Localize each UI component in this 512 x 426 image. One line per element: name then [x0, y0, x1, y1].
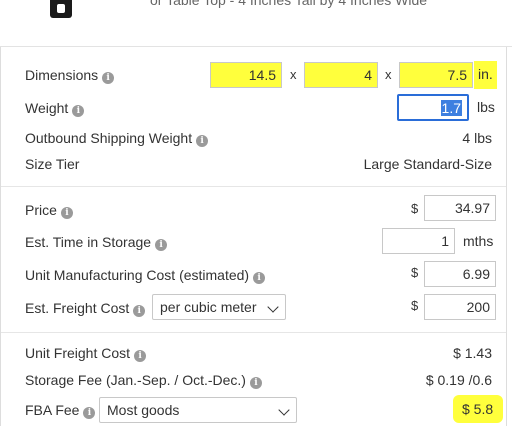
fba-fee-label-text: FBA Fee — [25, 402, 80, 418]
unit-freight-label-text: Unit Freight Cost — [25, 345, 131, 361]
storage-fee-value: $ 0.19 /0.6 — [425, 372, 492, 388]
info-icon[interactable]: i — [253, 272, 266, 284]
weight-label-text: Weight — [25, 100, 69, 116]
weight-value-selection: 1.7 — [440, 100, 462, 116]
mfg-cost-label: Unit Manufacturing Cost (estimated) i — [25, 267, 266, 284]
dimensions-label-text: Dimensions — [25, 67, 99, 83]
size-tier-label: Size Tier — [25, 156, 80, 172]
outbound-row: Outbound Shipping Weight i 4 lbs — [25, 126, 506, 150]
dimension-unit: in. — [478, 66, 493, 82]
freight-currency: $ — [411, 298, 419, 313]
storage-time-unit: mths — [463, 233, 494, 249]
size-tier-value: Large Standard-Size — [363, 156, 492, 172]
dimensions-label: Dimensions i — [25, 67, 115, 84]
brand-logo — [50, 0, 72, 18]
mfg-cost-currency: $ — [411, 265, 419, 280]
size-tier-row: Size Tier Large Standard-Size — [25, 152, 506, 176]
info-icon[interactable]: i — [134, 350, 147, 362]
storage-fee-label: Storage Fee (Jan.-Sep. / Oct.-Dec.) i — [25, 372, 262, 389]
unit-freight-label: Unit Freight Cost i — [25, 345, 147, 362]
fba-category-selected: Most goods — [107, 402, 180, 418]
storage-time-input[interactable]: 1 — [382, 228, 455, 254]
info-icon[interactable]: i — [155, 239, 168, 251]
weight-unit: lbs — [477, 99, 495, 115]
info-icon[interactable]: i — [196, 135, 209, 147]
unit-freight-row: Unit Freight Cost i $ 1.43 — [25, 341, 506, 365]
info-icon[interactable]: i — [249, 377, 262, 389]
weight-input[interactable]: 1.7 — [397, 94, 469, 121]
info-icon[interactable]: i — [133, 305, 146, 317]
storage-time-label: Est. Time in Storage i — [25, 234, 168, 251]
weight-label: Weight i — [25, 100, 85, 117]
info-icon[interactable]: i — [60, 207, 73, 219]
height-input[interactable]: 7.5 — [399, 62, 473, 88]
storage-fee-label-text: Storage Fee (Jan.-Sep. / Oct.-Dec.) — [25, 372, 246, 388]
length-input[interactable]: 14.5 — [210, 62, 282, 88]
dimension-separator: x — [290, 67, 297, 82]
info-icon[interactable]: i — [83, 407, 96, 419]
info-icon[interactable]: i — [72, 105, 85, 117]
mfg-cost-label-text: Unit Manufacturing Cost (estimated) — [25, 267, 250, 283]
info-icon[interactable]: i — [102, 72, 115, 84]
price-label-text: Price — [25, 202, 57, 218]
storage-fee-row: Storage Fee (Jan.-Sep. / Oct.-Dec.) i $ 0… — [25, 368, 506, 392]
price-label: Price i — [25, 202, 73, 219]
unit-freight-value: $ 1.43 — [453, 345, 492, 361]
freight-unit-select[interactable]: per cubic meter — [152, 294, 286, 320]
chevron-down-icon — [267, 301, 279, 313]
freight-input[interactable]: 200 — [424, 294, 496, 320]
outbound-value: 4 lbs — [462, 130, 492, 146]
outbound-label-text: Outbound Shipping Weight — [25, 130, 193, 146]
price-currency: $ — [411, 201, 419, 216]
freight-unit-selected: per cubic meter — [160, 299, 257, 315]
product-title: or Table Top - 4 Inches Tall by 4 Inches… — [150, 0, 428, 8]
fba-fee-label: FBA Fee i — [25, 402, 96, 419]
storage-time-label-text: Est. Time in Storage — [25, 234, 152, 250]
freight-label: Est. Freight Cost i — [25, 300, 146, 317]
mfg-cost-input[interactable]: 6.99 — [424, 261, 496, 287]
price-input[interactable]: 34.97 — [424, 195, 496, 221]
section-divider — [1, 332, 506, 333]
chevron-down-icon — [278, 404, 290, 416]
width-input[interactable]: 4 — [304, 62, 378, 88]
dimension-separator: x — [385, 67, 392, 82]
fba-calculator-panel: Dimensions i 14.5 x 4 x 7.5 in. Weight i 1… — [0, 47, 507, 426]
outbound-label: Outbound Shipping Weight i — [25, 130, 209, 147]
freight-label-text: Est. Freight Cost — [25, 300, 130, 316]
fba-category-select[interactable]: Most goods — [99, 397, 297, 423]
fba-fee-value: $ 5.8 — [462, 401, 494, 417]
header-bar: or Table Top - 4 Inches Tall by 4 Inches… — [0, 0, 512, 47]
section-divider — [1, 186, 506, 187]
